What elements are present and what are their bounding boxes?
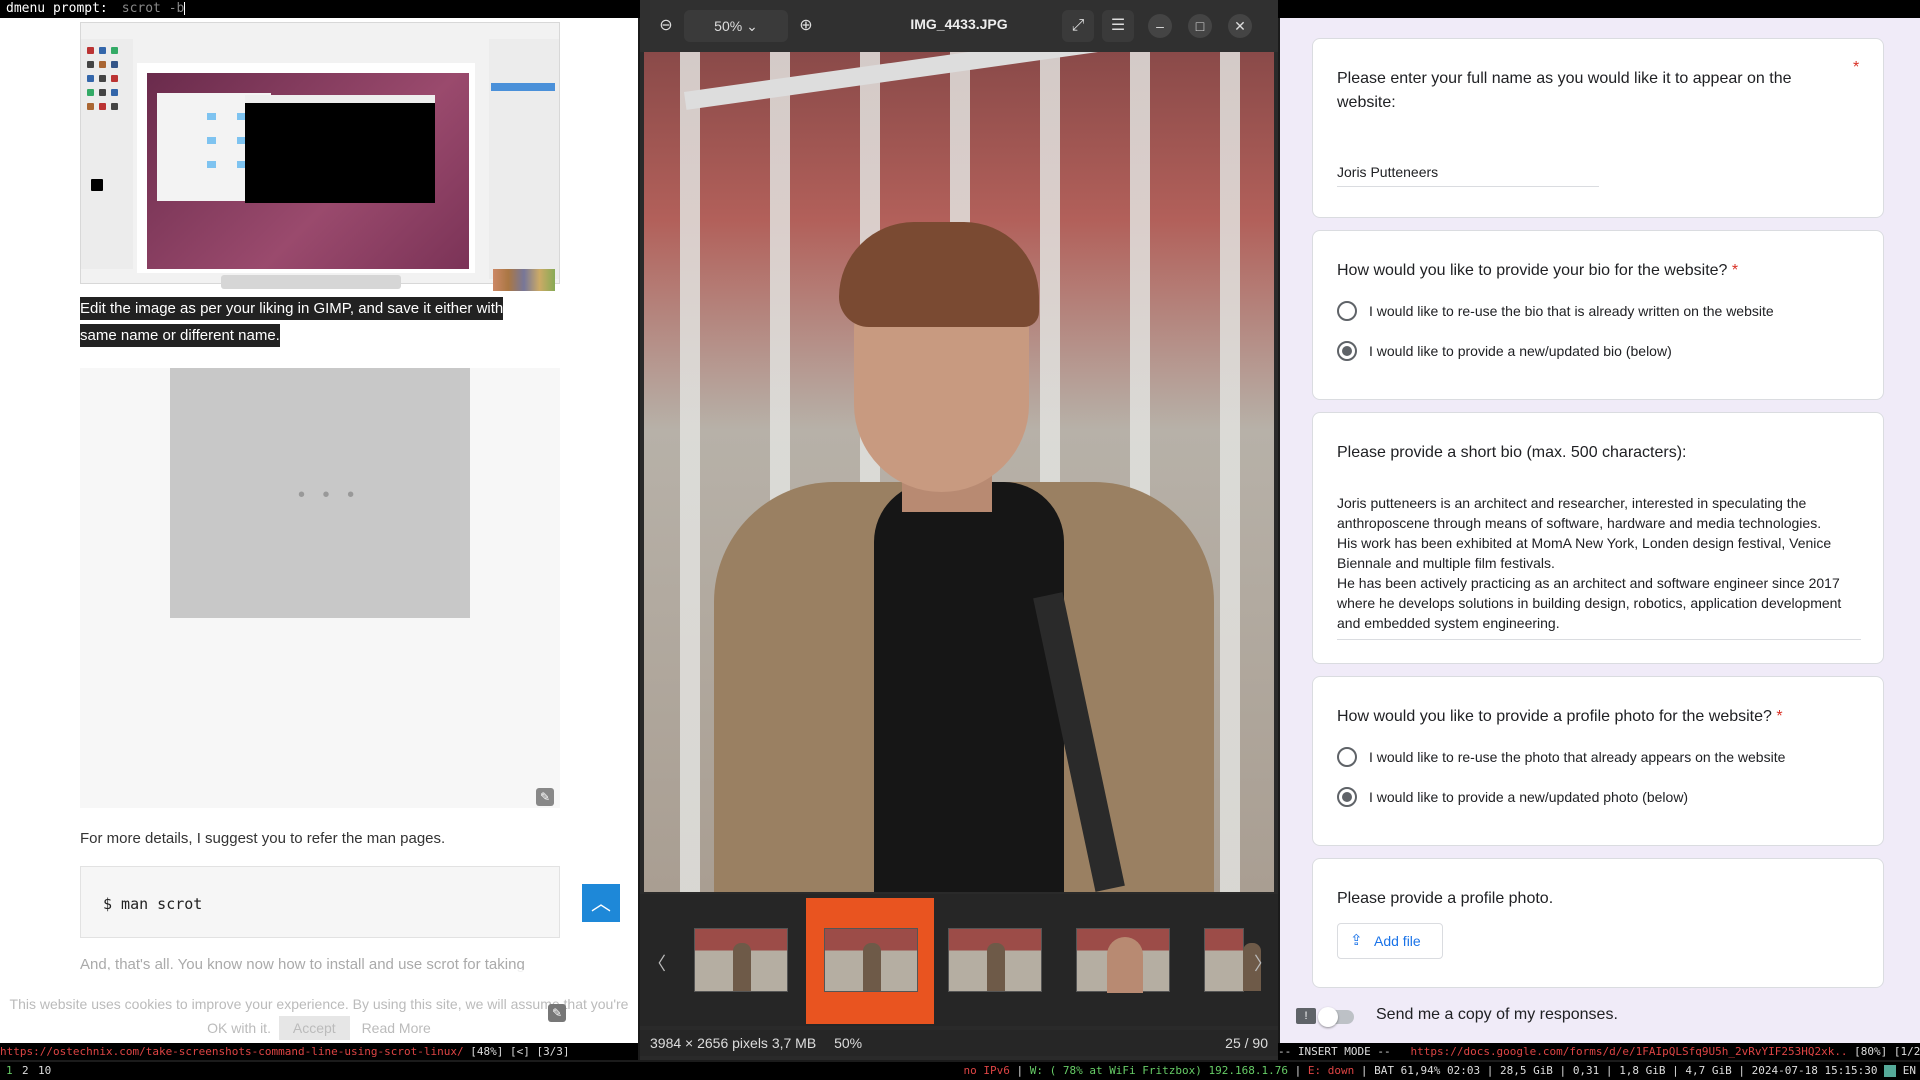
radio-label: I would like to provide a new/updated ph…	[1369, 789, 1689, 805]
cookie-banner: This website uses cookies to improve you…	[0, 970, 638, 1043]
radio-circle[interactable]	[1337, 747, 1357, 767]
keyboard-layout: EN	[1902, 1064, 1916, 1077]
image-viewer-window[interactable]: ⊖ 50% ⌄ ⊕ IMG_4433.JPG ⤢ ☰ – □ ✕ 〈 〉 398…	[640, 0, 1278, 1060]
insert-mode-indicator: -- INSERT MODE --	[1278, 1045, 1391, 1058]
name-input[interactable]: Joris Putteneers	[1337, 164, 1599, 187]
terminal-window	[245, 95, 435, 203]
right-url: https://docs.google.com/forms/d/e/1FAIpQ…	[1410, 1045, 1848, 1058]
left-scroll-pos: [48%] [<] [3/3]	[463, 1045, 570, 1058]
disk-status: 28,5 GiB	[1499, 1064, 1553, 1077]
image-dimensions: 3984 × 2656 pixels	[650, 1035, 768, 1051]
minimize-icon[interactable]: –	[1148, 14, 1172, 38]
question-text: Please provide a profile photo.	[1337, 890, 1554, 907]
upload-icon: ⇪	[1350, 932, 1363, 949]
i3-status-bar: 1 2 10 no IPv6 | W: ( 78% at WiFi Fritzb…	[0, 1062, 1920, 1080]
question-text: Please provide a short bio (max. 500 cha…	[1337, 444, 1687, 461]
thumbnail-strip: 〈 〉	[640, 894, 1278, 1026]
ad-container: • • • ✎	[80, 368, 560, 808]
gimp-layers-panel	[489, 39, 559, 291]
workspace-10[interactable]: 10	[38, 1062, 51, 1080]
image-file-size: 3,7 MB	[771, 1035, 817, 1051]
chevron-left-icon[interactable]: 〈	[648, 950, 666, 976]
google-form-pane[interactable]: Please enter your full name as you would…	[1280, 18, 1920, 1043]
maximize-icon[interactable]: □	[1188, 14, 1212, 38]
workspace-2[interactable]: 2	[22, 1062, 29, 1080]
dmenu-input[interactable]: scrot -b	[122, 1, 185, 16]
menu-icon[interactable]: ☰	[1102, 10, 1134, 42]
memory-status: 1,8 GiB	[1619, 1064, 1666, 1077]
radio-reuse-bio[interactable]: I would like to re-use the bio that is a…	[1337, 301, 1877, 325]
thumbnail[interactable]	[948, 928, 1042, 992]
right-scroll-pos: [80%] [1/2]	[1847, 1045, 1920, 1058]
thumbnail[interactable]	[1204, 928, 1261, 992]
gimp-screenshot-image	[80, 22, 560, 291]
dmenu-cursor	[184, 2, 186, 15]
loading-dots: • • •	[298, 484, 361, 506]
question-text: How would you like to provide your bio f…	[1337, 262, 1739, 279]
code-block: $ man scrot	[80, 866, 560, 938]
bio-textarea[interactable]: Joris putteneers is an architect and res…	[1337, 493, 1861, 640]
datetime: 2024-07-18 15:15:30	[1751, 1064, 1878, 1077]
thumbnail-selected[interactable]	[824, 928, 918, 992]
article-paragraph: For more details, I suggest you to refer…	[80, 830, 446, 847]
question-text: Please enter your full name as you would…	[1337, 70, 1792, 111]
dock-bar	[221, 275, 401, 289]
send-copy-row: ! Send me a copy of my responses.	[1296, 1004, 1796, 1034]
send-copy-toggle[interactable]	[1318, 1007, 1354, 1027]
load-status: 0,31	[1572, 1064, 1600, 1077]
battery-status: BAT 61,94% 02:03	[1374, 1064, 1481, 1077]
gimp-toolbox	[81, 39, 133, 269]
radio-circle-selected[interactable]	[1337, 787, 1357, 807]
workspace-1[interactable]: 1	[6, 1062, 13, 1080]
radio-label: I would like to re-use the bio that is a…	[1369, 303, 1774, 319]
dmenu-prompt: dmenu prompt:	[6, 1, 108, 16]
memory-total: 4,7 GiB	[1685, 1064, 1732, 1077]
tray-icon[interactable]	[1884, 1065, 1897, 1077]
radio-label: I would like to provide a new/updated bi…	[1369, 343, 1672, 359]
image-title: IMG_4433.JPG	[910, 16, 1008, 32]
question-card-photo-upload: Please provide a profile photo. ⇪ Add fi…	[1312, 858, 1884, 988]
article-caption: Edit the image as per your liking in GIM…	[80, 295, 530, 349]
left-browser-statusline: https://ostechnix.com/take-screenshots-c…	[0, 1043, 638, 1060]
scroll-to-top-button[interactable]: ︿	[582, 884, 620, 922]
question-card-name: Please enter your full name as you would…	[1312, 38, 1884, 218]
radio-reuse-photo[interactable]: I would like to re-use the photo that al…	[1337, 747, 1877, 771]
radio-circle-selected[interactable]	[1337, 341, 1357, 361]
ipv6-status: no IPv6	[963, 1064, 1010, 1077]
viewer-header-bar: ⊖ 50% ⌄ ⊕ IMG_4433.JPG ⤢ ☰ – □ ✕	[640, 0, 1278, 52]
radio-circle[interactable]	[1337, 301, 1357, 321]
cookie-read-more-link[interactable]: Read More	[362, 1020, 431, 1036]
radio-new-photo[interactable]: I would like to provide a new/updated ph…	[1337, 787, 1877, 811]
viewer-status-bar: 3984 × 2656 pixels 3,7 MB 50% 25 / 90	[640, 1030, 1278, 1056]
alert-icon: !	[1296, 1008, 1316, 1024]
question-text: How would you like to provide a profile …	[1337, 708, 1783, 725]
chevron-right-icon[interactable]: 〉	[1254, 950, 1272, 976]
wifi-status: W: ( 78% at WiFi Fritzbox) 192.168.1.76	[1029, 1064, 1288, 1077]
required-asterisk: *	[1853, 59, 1860, 76]
fullscreen-icon[interactable]: ⤢	[1062, 10, 1094, 42]
question-card-bio-choice: How would you like to provide your bio f…	[1312, 230, 1884, 400]
radio-label: I would like to re-use the photo that al…	[1369, 749, 1786, 765]
close-icon[interactable]: ✕	[1228, 14, 1252, 38]
zoom-status: 50%	[834, 1035, 863, 1051]
edit-pencil-icon[interactable]: ✎	[536, 788, 554, 806]
system-status: no IPv6 | W: ( 78% at WiFi Fritzbox) 192…	[963, 1064, 1916, 1077]
ad-placeholder: • • •	[170, 368, 470, 618]
right-browser-statusline: -- INSERT MODE -- https://docs.google.co…	[1278, 1043, 1920, 1060]
left-url: https://ostechnix.com/take-screenshots-c…	[0, 1045, 464, 1058]
displayed-photo[interactable]	[644, 52, 1274, 892]
image-counter: 25 / 90	[1225, 1035, 1268, 1051]
ethernet-status: E: down	[1307, 1064, 1355, 1077]
send-copy-label: Send me a copy of my responses.	[1376, 1006, 1618, 1023]
radio-new-bio[interactable]: I would like to provide a new/updated bi…	[1337, 341, 1877, 365]
edit-pencil-icon[interactable]: ✎	[548, 1004, 566, 1022]
thumbnail[interactable]	[1076, 928, 1170, 993]
question-card-bio-text: Please provide a short bio (max. 500 cha…	[1312, 412, 1884, 664]
add-file-button[interactable]: ⇪ Add file	[1337, 923, 1443, 959]
question-card-photo-choice: How would you like to provide a profile …	[1312, 676, 1884, 846]
article-pane[interactable]: Edit the image as per your liking in GIM…	[0, 18, 638, 1043]
thumbnail[interactable]	[694, 928, 788, 992]
cookie-accept-button[interactable]: Accept	[278, 1016, 350, 1040]
